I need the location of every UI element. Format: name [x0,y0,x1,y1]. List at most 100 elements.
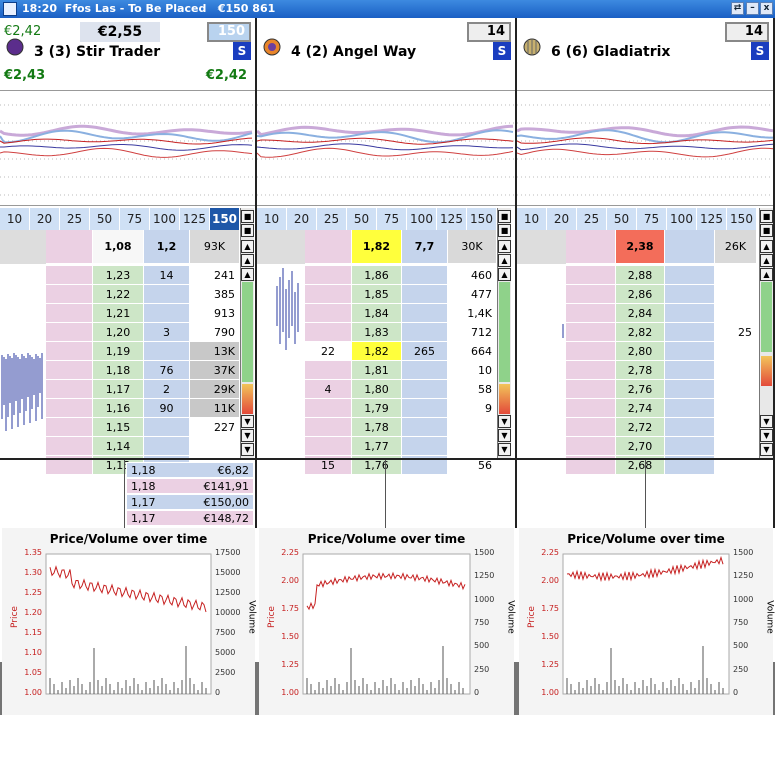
back-cell[interactable]: 14 [144,266,190,285]
back-cell[interactable] [402,437,448,456]
back-cell[interactable] [665,437,715,456]
stake-button-125[interactable]: 125 [697,208,727,230]
back-cell[interactable] [144,304,190,323]
back-cell[interactable] [402,285,448,304]
back-cell[interactable] [144,285,190,304]
lay-cell[interactable]: 4 [305,380,352,399]
stake-box[interactable]: 14 [467,22,511,42]
order-row[interactable]: 1,17 €148,72 [126,510,254,526]
lay-cell[interactable] [305,361,352,380]
lay-cell[interactable] [566,304,616,323]
lay-cell[interactable] [305,323,352,342]
stake-button-50[interactable]: 50 [607,208,637,230]
lay-cell[interactable] [46,418,93,437]
s-button[interactable]: S [493,42,511,60]
stake-button-10[interactable]: 10 [517,208,547,230]
lay-cell[interactable] [46,230,93,264]
price-cell[interactable]: 1,20 [93,323,144,342]
back-cell[interactable] [144,437,190,456]
scroll-thumb[interactable] [242,282,253,382]
stake-button-150[interactable]: 150 [467,208,497,230]
back-cell[interactable] [665,266,715,285]
lay-cell[interactable] [305,399,352,418]
s-button[interactable]: S [233,42,251,60]
single-down-icon[interactable]: ▼ [760,415,773,428]
price-cell[interactable]: 2,84 [616,304,665,323]
price-cell[interactable]: 2,88 [616,266,665,285]
stake-button-20[interactable]: 20 [30,208,60,230]
lay-cell[interactable] [566,361,616,380]
lay-cell[interactable] [566,399,616,418]
double-down-icon[interactable]: ▼ [760,443,773,456]
price-cell[interactable]: 2,72 [616,418,665,437]
lay-cell[interactable] [566,266,616,285]
page-up-icon[interactable]: ▲ [760,254,773,267]
order-row[interactable]: 1,17 €150,00 [126,494,254,510]
scroll-bottom-icon[interactable]: ■ [498,224,511,237]
stake-button-125[interactable]: 125 [437,208,467,230]
scroll-top-icon[interactable]: ■ [760,210,773,223]
back-cell[interactable] [144,418,190,437]
back-cell[interactable] [402,418,448,437]
stake-button-100[interactable]: 100 [667,208,697,230]
back-cell[interactable] [665,399,715,418]
double-down-icon[interactable]: ▼ [241,443,254,456]
page-down-icon[interactable]: ▼ [498,429,511,442]
stake-button-50[interactable]: 50 [90,208,120,230]
scroll-thumb[interactable] [499,282,510,382]
stake-box[interactable]: 14 [725,22,769,42]
back-cell[interactable] [665,304,715,323]
lay-cell[interactable] [305,285,352,304]
price-cell[interactable]: 1,81 [352,361,402,380]
price-cell[interactable]: 1,79 [352,399,402,418]
lay-cell[interactable] [305,418,352,437]
lay-cell[interactable] [46,304,93,323]
price-cell[interactable]: 1,80 [352,380,402,399]
stake-button-75[interactable]: 75 [637,208,667,230]
back-cell[interactable] [665,380,715,399]
price-cell[interactable]: 1,19 [93,342,144,361]
back-cell[interactable] [665,418,715,437]
price-cell[interactable]: 2,74 [616,399,665,418]
back-cell[interactable] [665,323,715,342]
lay-cell[interactable] [46,361,93,380]
double-down-icon[interactable]: ▼ [498,443,511,456]
scroll-thumb[interactable] [761,282,772,352]
lay-cell[interactable] [305,437,352,456]
price-cell[interactable]: 1,78 [352,418,402,437]
stake-button-25[interactable]: 25 [60,208,90,230]
lay-cell[interactable] [566,323,616,342]
back-cell[interactable] [665,361,715,380]
stake-box[interactable]: 150 [207,22,251,42]
back-cell[interactable] [144,342,190,361]
lay-cell[interactable] [46,342,93,361]
stake-button-150[interactable]: 150 [727,208,757,230]
scroll-top-icon[interactable]: ■ [498,210,511,223]
scroll-top-icon[interactable]: ■ [241,210,254,223]
price-cell[interactable]: 1,15 [93,418,144,437]
back-cell[interactable] [402,399,448,418]
stake-button-20[interactable]: 20 [547,208,577,230]
minimize-icon[interactable]: – [746,2,759,15]
stake-button-50[interactable]: 50 [347,208,377,230]
lay-cell[interactable] [566,230,616,264]
lay-cell[interactable] [46,266,93,285]
back-cell[interactable] [402,304,448,323]
single-up-icon[interactable]: ▲ [498,268,511,281]
back-cell[interactable]: 265 [402,342,448,361]
double-up-icon[interactable]: ▲ [241,240,254,253]
price-cell[interactable]: 1,17 [93,380,144,399]
lay-cell[interactable] [566,342,616,361]
ladder-scrollbar[interactable]: ■ ■ ▲ ▲ ▲ ▼ ▼ ▼ [759,208,773,458]
back-cell[interactable] [402,361,448,380]
price-cell[interactable]: 1,16 [93,399,144,418]
price-cell[interactable]: 1,86 [352,266,402,285]
price-cell[interactable]: 1,84 [352,304,402,323]
lay-cell[interactable]: 22 [305,342,352,361]
scroll-bottom-icon[interactable]: ■ [760,224,773,237]
back-cell[interactable]: 2 [144,380,190,399]
price-cell[interactable]: 1,77 [352,437,402,456]
double-up-icon[interactable]: ▲ [760,240,773,253]
stake-button-100[interactable]: 100 [150,208,180,230]
stake-button-25[interactable]: 25 [317,208,347,230]
